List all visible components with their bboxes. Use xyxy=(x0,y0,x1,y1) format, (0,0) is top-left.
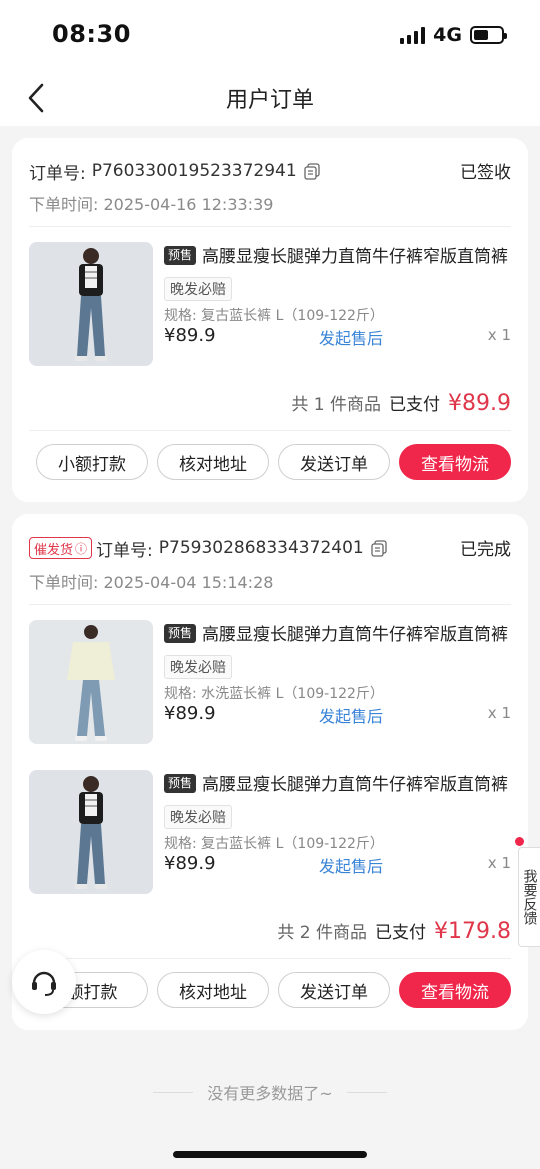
home-indicator xyxy=(173,1151,367,1158)
product-price: ¥89.9 xyxy=(164,703,216,724)
network-label: 4G xyxy=(433,24,462,46)
page-title: 用户订单 xyxy=(225,88,314,113)
info-icon: ⓘ xyxy=(75,541,88,556)
paid-label: 已支付 xyxy=(389,395,441,415)
no-more-data: 没有更多数据了~ xyxy=(0,1080,540,1104)
product-spec: 规格: 水洗蓝长裤 L（109-122斤） xyxy=(164,686,384,702)
product-price: ¥89.9 xyxy=(164,325,216,346)
nav-bar: 用户订单 xyxy=(0,70,540,126)
product-qty: x 1 xyxy=(487,704,511,722)
price-row: ¥89.9 发起售后 x 1 xyxy=(164,853,511,877)
order-time-value: 2025-04-16 12:33:39 xyxy=(103,195,274,214)
order-card: 订单号: P760330019523372941 已签收 下单时间: 2025-… xyxy=(12,138,528,502)
guarantee-tag: 晚发必赔 xyxy=(164,277,232,301)
order-summary: 共 2 件商品 已支付 ¥179.8 xyxy=(277,918,511,944)
product-title-text: 高腰显瘦长腿弹力直筒牛仔裤窄版直筒裤 xyxy=(202,775,509,795)
order-summary: 共 1 件商品 已支付 ¥89.9 xyxy=(291,390,511,416)
order-time-value: 2025-04-04 15:14:28 xyxy=(103,573,274,592)
copy-icon[interactable] xyxy=(303,162,321,180)
urge-shipment-badge[interactable]: 催发货 ⓘ xyxy=(29,537,93,559)
order-time-label: 下单时间: xyxy=(29,195,99,214)
feedback-tab[interactable]: 我要反馈 xyxy=(518,847,540,947)
order-header: 催发货 ⓘ 订单号: P759302868334372401 已完成 xyxy=(29,535,511,561)
order-actions: 额打款 核对地址 发送订单 查看物流 xyxy=(36,972,511,1008)
product-title-text: 高腰显瘦长腿弹力直筒牛仔裤窄版直筒裤 xyxy=(202,247,509,267)
after-sale-link[interactable]: 发起售后 xyxy=(319,853,383,877)
product-spec: 规格: 复古蓝长裤 L（109-122斤） xyxy=(164,836,384,852)
order-no-label: 订单号: xyxy=(29,163,86,184)
presale-tag: 预售 xyxy=(164,624,197,643)
product-qty: x 1 xyxy=(487,326,511,344)
presale-tag: 预售 xyxy=(164,246,197,265)
item-count: 共 1 件商品 xyxy=(291,395,382,415)
small-payment-button[interactable]: 小额打款 xyxy=(36,444,148,480)
order-time: 下单时间: 2025-04-04 15:14:28 xyxy=(29,569,273,593)
divider xyxy=(29,226,511,227)
send-order-button[interactable]: 发送订单 xyxy=(278,444,390,480)
divider xyxy=(29,958,511,959)
urge-badge-label: 催发货 xyxy=(34,542,74,558)
guarantee-tag: 晚发必赔 xyxy=(164,655,232,679)
after-sale-link[interactable]: 发起售后 xyxy=(319,325,383,349)
item-count: 共 2 件商品 xyxy=(277,923,368,943)
order-header: 订单号: P760330019523372941 已签收 xyxy=(29,158,511,184)
order-no[interactable]: P760330019523372941 xyxy=(92,161,297,181)
verify-address-button[interactable]: 核对地址 xyxy=(157,444,269,480)
feedback-dot xyxy=(515,837,524,846)
paid-label: 已支付 xyxy=(375,923,427,943)
order-status: 已签收 xyxy=(460,163,511,183)
product-item[interactable]: 预售 高腰显瘦长腿弹力直筒牛仔裤窄版直筒裤 晚发必赔 规格: 复古蓝长裤 L（10… xyxy=(29,242,511,372)
presale-tag: 预售 xyxy=(164,774,197,793)
headset-icon xyxy=(32,971,56,996)
divider xyxy=(29,604,511,605)
price-row: ¥89.9 发起售后 x 1 xyxy=(164,325,511,349)
no-more-text: 没有更多数据了~ xyxy=(207,1084,333,1103)
product-price: ¥89.9 xyxy=(164,853,216,874)
product-thumbnail[interactable] xyxy=(29,242,153,366)
product-title[interactable]: 预售 高腰显瘦长腿弹力直筒牛仔裤窄版直筒裤 xyxy=(164,620,511,651)
status-time: 08:30 xyxy=(52,20,131,48)
product-info: 预售 高腰显瘦长腿弹力直筒牛仔裤窄版直筒裤 晚发必赔 规格: 复古蓝长裤 L（10… xyxy=(164,770,511,877)
divider-line xyxy=(153,1091,194,1093)
order-actions: 小额打款 核对地址 发送订单 查看物流 xyxy=(36,444,511,480)
product-title[interactable]: 预售 高腰显瘦长腿弹力直筒牛仔裤窄版直筒裤 xyxy=(164,770,511,801)
product-title-text: 高腰显瘦长腿弹力直筒牛仔裤窄版直筒裤 xyxy=(202,625,509,645)
product-thumbnail[interactable] xyxy=(29,770,153,894)
view-logistics-button[interactable]: 查看物流 xyxy=(399,972,511,1008)
signal-icon xyxy=(400,26,426,44)
battery-icon xyxy=(470,26,507,44)
order-no-label: 订单号: xyxy=(96,540,153,561)
product-spec: 规格: 复古蓝长裤 L（109-122斤） xyxy=(164,308,384,324)
order-time-label: 下单时间: xyxy=(29,573,99,592)
after-sale-link[interactable]: 发起售后 xyxy=(319,703,383,727)
product-item[interactable]: 预售 高腰显瘦长腿弹力直筒牛仔裤窄版直筒裤 晚发必赔 规格: 水洗蓝长裤 L（10… xyxy=(29,620,511,750)
product-info: 预售 高腰显瘦长腿弹力直筒牛仔裤窄版直筒裤 晚发必赔 规格: 水洗蓝长裤 L（10… xyxy=(164,620,511,727)
divider xyxy=(29,430,511,431)
paid-amount: ¥89.9 xyxy=(448,391,511,416)
view-logistics-button[interactable]: 查看物流 xyxy=(399,444,511,480)
guarantee-tag: 晚发必赔 xyxy=(164,805,232,829)
order-status: 已完成 xyxy=(460,540,511,560)
status-bar: 08:30 4G xyxy=(0,0,540,70)
product-info: 预售 高腰显瘦长腿弹力直筒牛仔裤窄版直筒裤 晚发必赔 规格: 复古蓝长裤 L（10… xyxy=(164,242,511,349)
price-row: ¥89.9 发起售后 x 1 xyxy=(164,703,511,727)
status-icons: 4G xyxy=(400,24,507,46)
order-no[interactable]: P759302868334372401 xyxy=(159,538,364,558)
verify-address-button[interactable]: 核对地址 xyxy=(157,972,269,1008)
copy-icon[interactable] xyxy=(370,539,388,557)
send-order-button[interactable]: 发送订单 xyxy=(278,972,390,1008)
order-card: 催发货 ⓘ 订单号: P759302868334372401 已完成 下单时间: … xyxy=(12,514,528,1030)
order-time: 下单时间: 2025-04-16 12:33:39 xyxy=(29,191,273,215)
product-item[interactable]: 预售 高腰显瘦长腿弹力直筒牛仔裤窄版直筒裤 晚发必赔 规格: 复古蓝长裤 L（10… xyxy=(29,770,511,900)
paid-amount: ¥179.8 xyxy=(434,919,511,944)
product-title[interactable]: 预售 高腰显瘦长腿弹力直筒牛仔裤窄版直筒裤 xyxy=(164,242,511,273)
divider-line xyxy=(346,1091,387,1093)
product-qty: x 1 xyxy=(487,854,511,872)
product-thumbnail[interactable] xyxy=(29,620,153,744)
customer-service-button[interactable] xyxy=(12,950,76,1014)
